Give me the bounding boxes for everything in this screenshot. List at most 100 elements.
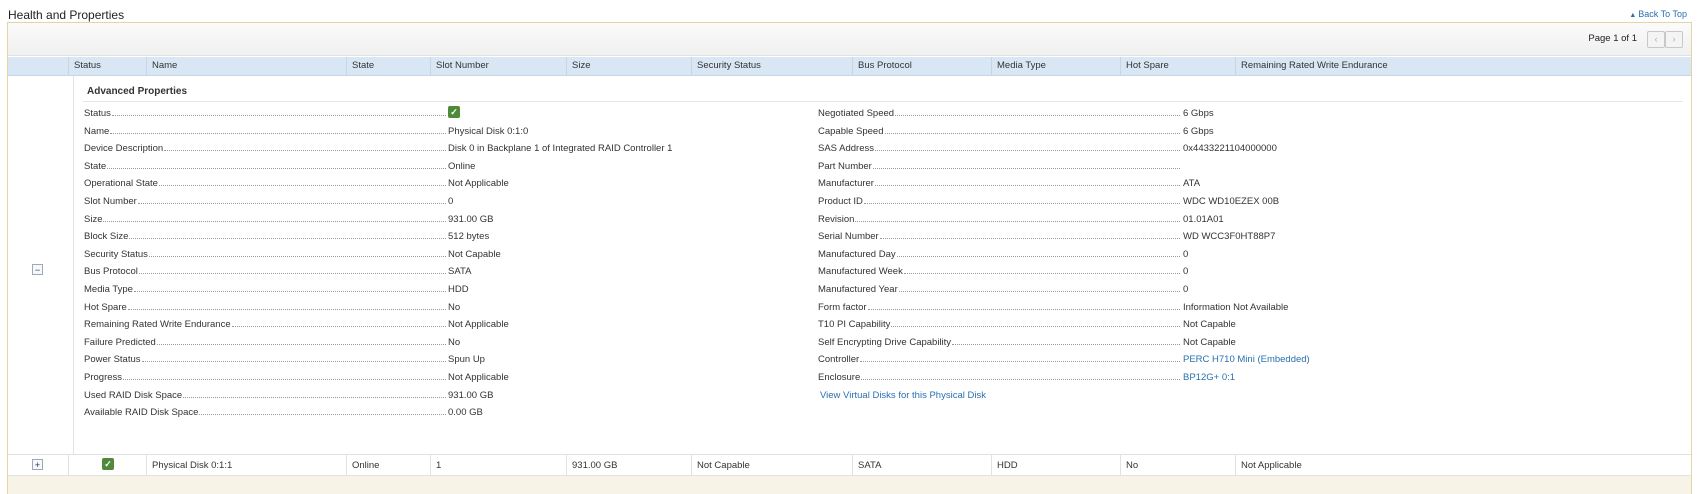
property-row: T10 PI Capability <box>818 318 1182 330</box>
column-header-slot-number[interactable]: Slot Number <box>436 60 489 71</box>
column-header-status[interactable]: Status <box>74 60 101 71</box>
property-label: Negotiated Speed <box>818 108 895 119</box>
property-value: 0 <box>1183 284 1189 295</box>
property-value: 0x4433221104000000 <box>1183 143 1277 155</box>
property-label: Progress <box>84 372 123 383</box>
property-row: Failure Predicted <box>84 336 448 348</box>
page-title: Health and Properties <box>8 8 125 22</box>
property-label: Capable Speed <box>818 125 884 137</box>
column-header-name[interactable]: Name <box>152 60 177 71</box>
property-value: Spun Up <box>448 354 485 366</box>
property-label: State <box>84 160 107 172</box>
property-label: Used RAID Disk Space <box>84 389 183 401</box>
cell-security-status: Not Capable <box>697 460 750 471</box>
column-header-security-status[interactable]: Security Status <box>697 60 761 71</box>
property-value: 0 <box>1183 248 1189 260</box>
property-row: Status <box>84 107 448 119</box>
column-header-remaining-rated-write-endurance[interactable]: Remaining Rated Write Endurance <box>1241 60 1388 71</box>
property-label: Block Size <box>84 231 129 243</box>
property-value: 01.01A01 <box>1183 213 1224 225</box>
property-value: SATA <box>448 266 472 278</box>
expand-button[interactable]: + <box>32 459 43 470</box>
property-link[interactable]: BP12G+ 0:1 <box>1183 372 1235 383</box>
dotted-leader <box>138 273 446 275</box>
cell-divider <box>1120 455 1121 475</box>
property-value: 931.00 GB <box>448 389 494 401</box>
property-row: Manufactured Day <box>818 248 1182 260</box>
property-row: Product ID <box>818 195 1182 207</box>
dotted-leader <box>107 167 446 169</box>
property-value: 0 <box>1183 266 1189 278</box>
advanced-properties-title: Advanced Properties <box>87 86 188 97</box>
dotted-leader <box>891 326 1180 328</box>
cell-slot-number: 1 <box>436 460 442 471</box>
dotted-leader <box>895 115 1180 116</box>
cell-divider <box>146 455 147 475</box>
dotted-leader <box>111 115 446 116</box>
property-value: Not Applicable <box>448 178 509 190</box>
property-row: Bus Protocol <box>84 265 448 277</box>
property-value: Physical Disk 0:1:0 <box>448 125 529 137</box>
property-label: Security Status <box>84 248 148 260</box>
property-row: Progress <box>84 371 448 383</box>
status-ok-icon: ✓ <box>102 458 114 470</box>
property-row: Operational State <box>84 177 448 189</box>
header-divider <box>566 57 567 75</box>
property-label: Form factor <box>818 301 867 313</box>
property-row: Negotiated Speed <box>818 107 1182 119</box>
property-row: Capable Speed <box>818 125 1182 137</box>
property-value: WD WCC3F0HT88P7 <box>1183 231 1276 243</box>
column-header-bus-protocol[interactable]: Bus Protocol <box>858 60 912 71</box>
property-value: Not Capable <box>1183 319 1236 331</box>
property-label: Power Status <box>84 354 141 366</box>
property-label: Status <box>84 108 111 119</box>
cell-divider <box>68 455 69 475</box>
property-value: 512 bytes <box>448 231 490 243</box>
cell-divider <box>1235 455 1236 475</box>
column-header-media-type[interactable]: Media Type <box>997 60 1046 71</box>
property-row: SAS Address <box>818 142 1182 154</box>
cell-divider <box>430 455 431 475</box>
column-header-hot-spare[interactable]: Hot Spare <box>1126 60 1169 71</box>
property-value: ATA <box>1183 178 1201 190</box>
property-label: Media Type <box>84 284 133 295</box>
table-header: Status Name State Slot Number Size Security S… <box>8 57 1691 76</box>
property-label: Device Description <box>84 143 164 155</box>
property-row: Available RAID Disk Space <box>84 406 448 418</box>
header-divider <box>68 57 69 75</box>
cell-hot-spare: No <box>1126 460 1139 471</box>
property-value: Not Applicable <box>448 372 509 383</box>
property-row: Media Type <box>84 283 448 295</box>
column-header-state[interactable]: State <box>352 60 374 71</box>
header-divider <box>146 57 147 75</box>
cell-media-type: HDD <box>997 460 1018 471</box>
dotted-leader <box>183 396 446 398</box>
property-label: Available RAID Disk Space <box>84 407 199 419</box>
property-row: Part Number <box>818 160 1182 172</box>
header-divider <box>991 57 992 75</box>
property-value: 0.00 GB <box>448 407 483 419</box>
dotted-leader <box>863 203 1180 204</box>
header-divider <box>1235 57 1236 75</box>
property-label: Manufactured Year <box>818 284 898 295</box>
dotted-leader <box>110 132 446 134</box>
back-to-top-link[interactable]: ▲ Back To Top <box>1629 9 1687 19</box>
dotted-leader <box>874 150 1180 152</box>
property-value: HDD <box>448 284 469 295</box>
column-header-size[interactable]: Size <box>572 60 590 71</box>
property-value: Not Capable <box>1183 336 1236 348</box>
view-virtual-disks-link[interactable]: View Virtual Disks for this Physical Dis… <box>820 390 986 401</box>
property-label: Size <box>84 213 103 225</box>
property-link[interactable]: PERC H710 Mini (Embedded) <box>1183 354 1310 365</box>
header-divider <box>1120 57 1121 75</box>
dotted-leader <box>231 326 446 328</box>
next-page-button[interactable]: › <box>1665 31 1683 48</box>
property-value: WDC WD10EZEX 00B <box>1183 196 1280 207</box>
dotted-leader <box>896 255 1180 257</box>
property-value: No <box>448 336 461 348</box>
prev-page-button[interactable]: ‹ <box>1647 31 1665 48</box>
dotted-leader <box>148 255 446 257</box>
property-label: Name <box>84 125 110 137</box>
collapse-button[interactable]: − <box>32 264 43 275</box>
table-row: + ✓ Physical Disk 0:1:1 Online 1 931.00 GB No… <box>8 455 1691 476</box>
